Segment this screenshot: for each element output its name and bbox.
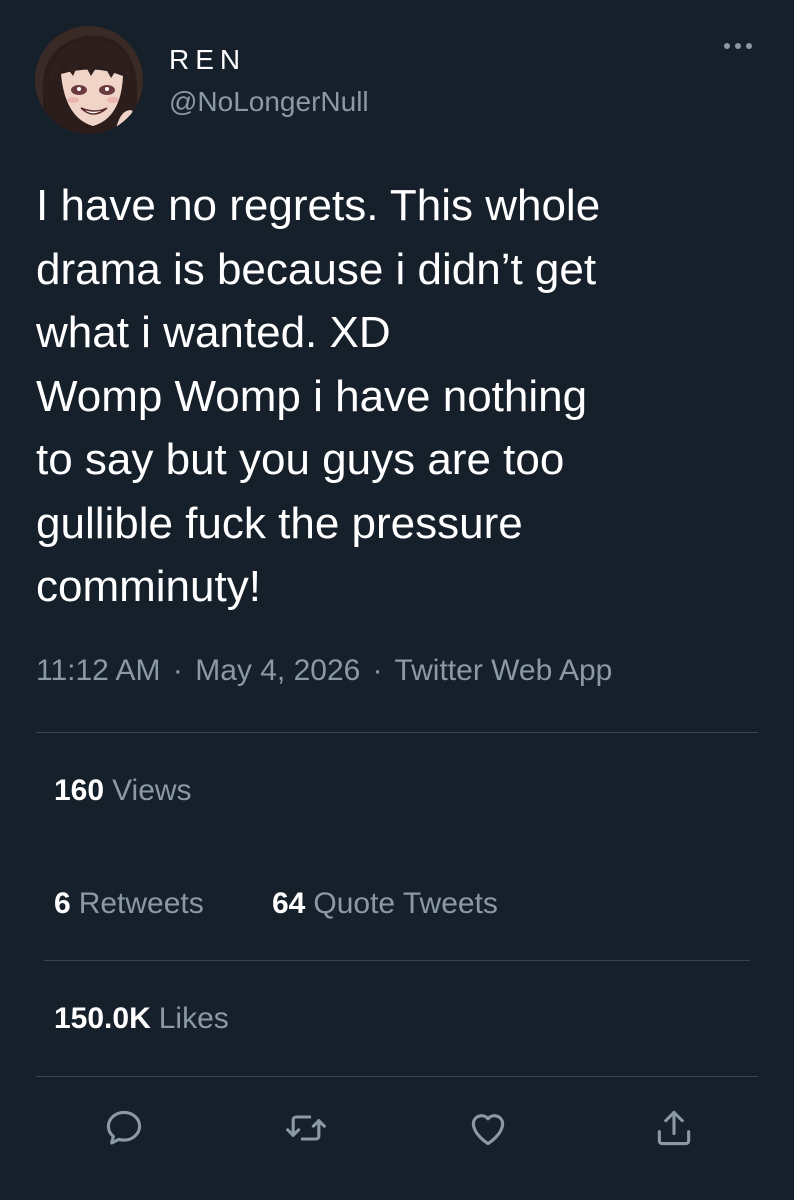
reply-icon bbox=[106, 1110, 142, 1145]
likes-label: Likes bbox=[158, 1002, 229, 1035]
more-options-button[interactable] bbox=[720, 34, 756, 58]
share-icon bbox=[657, 1110, 691, 1146]
divider bbox=[44, 960, 750, 961]
quote-tweets-stat[interactable]: 64 Quote Tweets bbox=[272, 887, 498, 921]
views-label: Views bbox=[112, 774, 192, 807]
separator: · bbox=[372, 654, 383, 687]
tweet-source[interactable]: Twitter Web App bbox=[394, 654, 612, 687]
tweet-time[interactable]: 11:12 AM bbox=[36, 654, 161, 687]
retweet-button[interactable] bbox=[280, 1102, 332, 1154]
quote-tweets-label: Quote Tweets bbox=[313, 887, 498, 920]
tweet-timestamp: 11:12 AM · May 4, 2026 · Twitter Web App bbox=[36, 654, 612, 688]
views-stat[interactable]: 160 Views bbox=[54, 774, 192, 808]
display-name[interactable]: REN bbox=[169, 44, 246, 76]
quote-tweets-count: 64 bbox=[272, 887, 306, 920]
user-handle[interactable]: @NoLongerNull bbox=[169, 86, 369, 118]
reply-button[interactable] bbox=[98, 1102, 150, 1154]
likes-stat[interactable]: 150.0K Likes bbox=[54, 1002, 229, 1036]
likes-count: 150.0K bbox=[54, 1002, 151, 1035]
retweets-count: 6 bbox=[54, 887, 71, 920]
views-count: 160 bbox=[54, 774, 105, 807]
retweets-stat[interactable]: 6 Retweets bbox=[54, 887, 204, 921]
separator: · bbox=[172, 654, 183, 687]
like-icon bbox=[471, 1114, 505, 1146]
retweet-icon bbox=[286, 1115, 326, 1141]
tweet-date[interactable]: May 4, 2026 bbox=[195, 654, 360, 687]
like-button[interactable] bbox=[462, 1102, 514, 1154]
retweets-label: Retweets bbox=[78, 887, 204, 920]
more-dots-icon bbox=[724, 43, 752, 49]
share-button[interactable] bbox=[648, 1102, 700, 1154]
avatar-image bbox=[35, 26, 143, 134]
divider bbox=[36, 732, 758, 733]
divider bbox=[36, 1076, 758, 1077]
avatar[interactable] bbox=[35, 26, 143, 134]
tweet-text: I have no regrets. This whole drama is b… bbox=[36, 181, 601, 611]
